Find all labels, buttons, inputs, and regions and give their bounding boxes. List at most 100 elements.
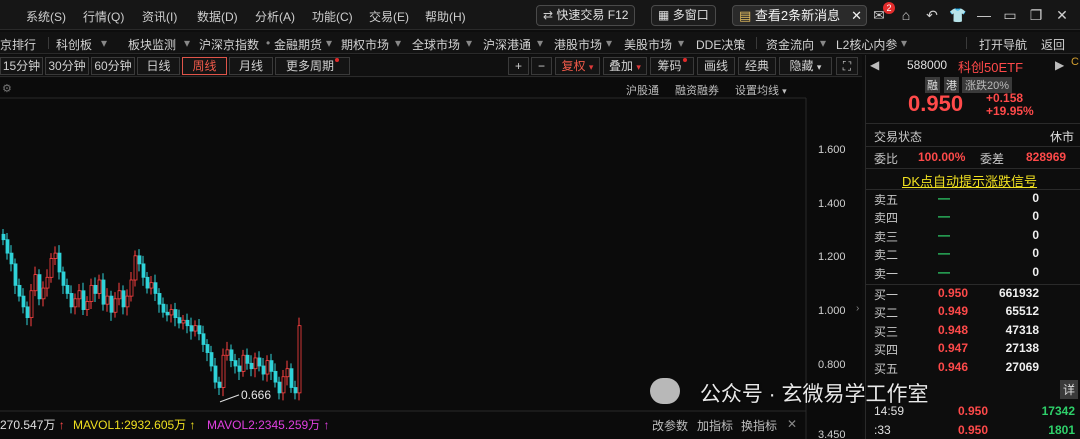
candle-body [237, 365, 242, 372]
nav-item-us[interactable]: 美股市场 [624, 36, 672, 53]
candle-body [13, 263, 18, 286]
y-tick-label: 0.800 [818, 359, 846, 371]
add-indicator-button[interactable]: 加指标 [697, 417, 733, 434]
classic-button[interactable]: 经典 [738, 57, 776, 75]
chevron-down-icon[interactable]: ▾ [101, 36, 107, 50]
nav-item-jing-ranking[interactable]: 京排行 [0, 36, 36, 53]
candle-body [33, 274, 38, 292]
annotation-group: 0.666 [219, 388, 271, 403]
price-change: +0.158 [986, 91, 1024, 105]
period-15min[interactable]: 15分钟 [0, 57, 43, 75]
nav-item-fund-flow[interactable]: 资金流向 [766, 36, 814, 53]
candle-body [189, 325, 194, 332]
zoom-in-button[interactable]: + [508, 57, 529, 75]
maximize-icon[interactable]: ❐ [1027, 6, 1045, 24]
nav-item-financial-futures[interactable]: 金融期货 [274, 36, 322, 53]
chevron-down-icon[interactable]: ▾ [820, 36, 826, 50]
volume-value: 270.547万 [0, 418, 56, 432]
period-daily[interactable]: 日线 [137, 57, 180, 75]
quick-trade-button[interactable]: ⇄ 快速交易 F12 [536, 5, 636, 26]
menu-system[interactable]: 系统(S) [26, 8, 66, 25]
minimize-icon[interactable]: — [975, 6, 993, 24]
period-60min[interactable]: 60分钟 [91, 57, 135, 75]
status-value: 休市 [1049, 130, 1074, 144]
hide-button[interactable]: 隐藏 ▾ [779, 57, 832, 75]
undo-icon[interactable]: ↶ [923, 6, 941, 24]
candle-body [285, 368, 290, 378]
edit-params-button[interactable]: 改参数 [652, 417, 688, 434]
shirt-icon[interactable]: 👕 [949, 6, 967, 24]
chevron-down-icon[interactable]: ▾ [901, 36, 907, 50]
menu-trade[interactable]: 交易(E) [369, 8, 409, 25]
more-periods-button[interactable]: 更多周期 [275, 57, 350, 75]
open-navigation-link[interactable]: 打开导航 [979, 36, 1027, 53]
candle-body [177, 317, 182, 324]
weicha-value: 828969 [1026, 150, 1067, 164]
overlay-button[interactable]: 叠加 ▾ [603, 57, 647, 75]
y-tick-label: 1.600 [818, 144, 846, 156]
buy-row-volume: 47318 [1005, 322, 1039, 337]
chevron-down-icon[interactable]: ▾ [466, 36, 472, 50]
buy-row-volume: 27069 [1005, 359, 1039, 374]
nav-item-star-market[interactable]: 科创板 [56, 36, 92, 53]
close-panel-icon[interactable]: ✕ [787, 417, 797, 431]
buy-row: 买四 0.947 27138 [866, 341, 1080, 359]
prev-stock-icon[interactable]: ◀ [870, 58, 879, 72]
restore-icon[interactable]: ▭ [1001, 6, 1019, 24]
menu-data[interactable]: 数据(D) [197, 8, 238, 25]
news-label: 查看2条新消息 [754, 8, 841, 23]
period-weekly[interactable]: 周线 [182, 57, 227, 75]
collapse-arrow-icon[interactable]: › [856, 303, 859, 314]
adjust-price-button[interactable]: 复权 ▾ [555, 57, 600, 75]
news-button[interactable]: ▤ 查看2条新消息 ✕ [732, 5, 867, 26]
multi-window-button[interactable]: ▦ 多窗口 [651, 5, 716, 26]
back-link[interactable]: 返回 [1041, 36, 1065, 53]
zoom-out-button[interactable]: − [531, 57, 552, 75]
candles-group [1, 228, 302, 401]
fullscreen-icon[interactable]: ⛶ [836, 57, 858, 75]
buy-row-volume: 661932 [998, 286, 1039, 300]
nav-item-hk[interactable]: 港股市场 [554, 36, 602, 53]
menu-analysis[interactable]: 分析(A) [255, 8, 295, 25]
candle-body [193, 325, 198, 332]
next-stock-icon[interactable]: ▶ [1055, 58, 1064, 72]
candle-body [53, 252, 58, 259]
dk-signal-link[interactable]: DK点自动提示涨跌信号 [902, 171, 1037, 190]
chevron-down-icon[interactable]: ▾ [606, 36, 612, 50]
nav-item-connect[interactable]: 沪深港通 [483, 36, 531, 53]
weibi-label: 委比 [874, 152, 899, 166]
nav-item-global[interactable]: 全球市场 [412, 36, 460, 53]
sell-row-label: 卖三 [874, 229, 899, 244]
nav-item-indices[interactable]: 沪深京指数 [199, 36, 259, 53]
home-icon[interactable]: ⌂ [897, 6, 915, 24]
chevron-down-icon[interactable]: ▾ [678, 36, 684, 50]
chevron-down-icon[interactable]: ▾ [395, 36, 401, 50]
buy-row-price: 0.947 [938, 341, 969, 356]
menu-info[interactable]: 资讯(I) [142, 8, 177, 25]
nav-item-dde[interactable]: DDE决策 [696, 36, 745, 53]
menu-quotes[interactable]: 行情(Q) [83, 8, 124, 25]
chips-button[interactable]: 筹码 [650, 57, 694, 75]
nav-item-l2[interactable]: L2核心内参 [836, 36, 897, 53]
chevron-down-icon[interactable]: ▾ [326, 36, 332, 50]
chevron-down-icon[interactable]: ▾ [537, 36, 543, 50]
detail-button[interactable]: 详 [1060, 380, 1079, 399]
close-news-icon[interactable]: ✕ [851, 6, 862, 25]
period-monthly[interactable]: 月线 [229, 57, 273, 75]
candle-body [205, 344, 210, 353]
wechat-icon [650, 378, 680, 404]
menu-function[interactable]: 功能(C) [312, 8, 353, 25]
period-30min[interactable]: 30分钟 [45, 57, 89, 75]
switch-indicator-button[interactable]: 换指标 [741, 417, 777, 434]
candle-body [45, 276, 50, 289]
draw-line-button[interactable]: 画线 [697, 57, 735, 75]
candle-body [57, 252, 62, 273]
sell-row-price: — [938, 191, 950, 205]
nav-item-sector-monitor[interactable]: 板块监测 [128, 36, 176, 53]
candle-body [217, 381, 222, 388]
chevron-down-icon[interactable]: ▾ [184, 36, 190, 50]
nav-item-options[interactable]: 期权市场 [341, 36, 389, 53]
chips-label: 筹码 [657, 59, 682, 73]
menu-help[interactable]: 帮助(H) [425, 8, 466, 25]
close-window-icon[interactable]: ✕ [1053, 6, 1071, 24]
